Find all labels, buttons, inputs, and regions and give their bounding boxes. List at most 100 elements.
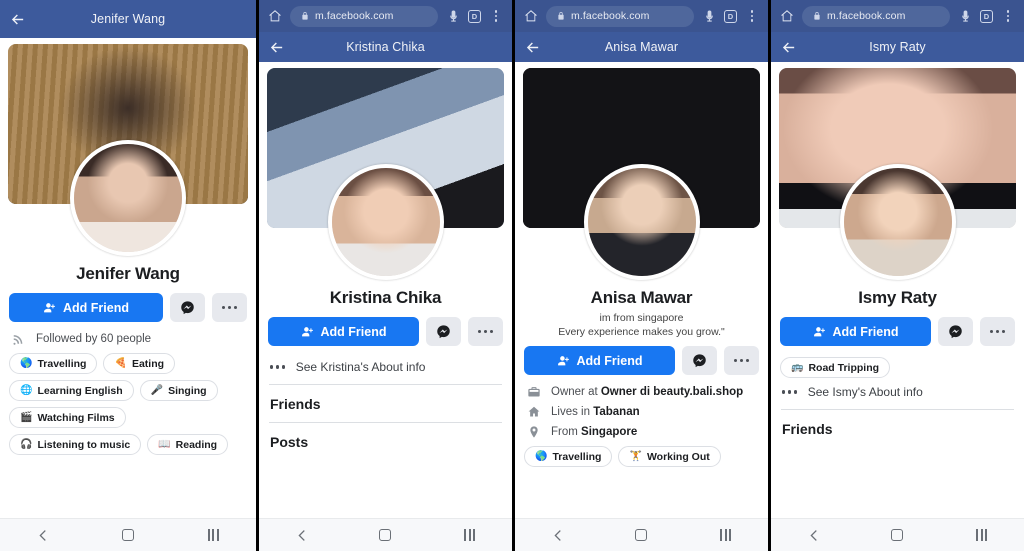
- content-fade: [259, 512, 512, 518]
- microphone-icon[interactable]: [700, 7, 718, 25]
- back-arrow-icon[interactable]: [0, 11, 34, 28]
- nav-recents-button[interactable]: [704, 522, 748, 548]
- more-options-icon: [478, 329, 493, 334]
- interest-chip[interactable]: 🌐 Learning English: [9, 380, 134, 401]
- chip-label: Learning English: [37, 384, 123, 397]
- nav-home-button[interactable]: [363, 522, 407, 548]
- messenger-button[interactable]: [170, 293, 205, 322]
- interest-chip[interactable]: 📖 Reading: [147, 434, 229, 455]
- see-about-info-row[interactable]: See Kristina's About info: [259, 353, 512, 381]
- chip-label: Travelling: [552, 450, 602, 463]
- nav-back-button[interactable]: [21, 522, 65, 548]
- address-bar[interactable]: m.facebook.com: [802, 5, 950, 27]
- rss-follow-icon: [11, 332, 26, 346]
- messenger-icon: [180, 300, 195, 315]
- panel-ismy-raty: m.facebook.com D Ismy Raty Ismy Raty Add…: [768, 0, 1024, 551]
- interest-chip[interactable]: 🎤 Singing: [139, 380, 218, 401]
- microphone-icon[interactable]: [956, 7, 974, 25]
- profile-action-row: Add Friend: [259, 317, 512, 346]
- lock-icon: [811, 7, 822, 25]
- microphone-icon[interactable]: [444, 7, 462, 25]
- interest-chip[interactable]: 🍕 Eating: [103, 353, 176, 374]
- info-row-text: Owner at Owner di beauty.bali.shop: [551, 386, 744, 399]
- android-navigation-bar: [515, 518, 768, 551]
- avatar[interactable]: [70, 140, 186, 256]
- interest-chip-list: 🌎 Travelling 🍕 Eating 🌐 Learning English…: [0, 349, 256, 455]
- add-friend-button[interactable]: Add Friend: [524, 346, 675, 376]
- messenger-button[interactable]: [426, 317, 461, 346]
- messenger-button[interactable]: [938, 317, 973, 346]
- profile-bio-line: im from singapore: [599, 312, 684, 324]
- followers-label: Followed by 60 people: [36, 333, 152, 345]
- interest-chip[interactable]: 🎬 Watching Films: [9, 407, 126, 428]
- kebab-menu-icon[interactable]: [999, 7, 1017, 25]
- person-add-icon: [43, 301, 56, 314]
- chip-label: Reading: [175, 438, 218, 451]
- cover-area: [515, 62, 768, 280]
- interest-chip[interactable]: 🌎 Travelling: [9, 353, 98, 374]
- section-heading: Friends: [782, 421, 833, 437]
- interest-chip[interactable]: 🌎 Travelling: [524, 446, 613, 468]
- interest-chip[interactable]: 🚌 Road Tripping: [780, 357, 891, 378]
- nav-home-button[interactable]: [619, 522, 663, 548]
- see-about-label: See Kristina's About info: [295, 360, 426, 374]
- add-friend-label: Add Friend: [63, 300, 129, 315]
- more-options-button[interactable]: [724, 346, 759, 376]
- nav-back-button[interactable]: [279, 522, 323, 548]
- profile-bio: im from singapore Every experience makes …: [515, 311, 768, 339]
- person-add-icon: [301, 325, 314, 338]
- nav-back-button[interactable]: [535, 522, 579, 548]
- back-arrow-icon[interactable]: [771, 39, 805, 56]
- avatar[interactable]: [583, 164, 700, 280]
- add-friend-button[interactable]: Add Friend: [9, 293, 163, 322]
- more-options-icon: [734, 359, 749, 363]
- nav-recents-button[interactable]: [191, 522, 235, 548]
- more-options-button[interactable]: [468, 317, 503, 346]
- messenger-button[interactable]: [682, 346, 717, 376]
- more-options-button[interactable]: [212, 293, 247, 322]
- tab-counter-icon[interactable]: D: [724, 9, 737, 23]
- address-bar[interactable]: m.facebook.com: [290, 5, 438, 27]
- nav-home-button[interactable]: [875, 522, 919, 548]
- panel-kristina-chika: m.facebook.com D Kristina Chika Kristina…: [256, 0, 512, 551]
- add-friend-button[interactable]: Add Friend: [268, 317, 419, 346]
- chip-emoji-icon: 🎬: [20, 411, 33, 423]
- profile-content: Jenifer Wang Add Friend Followed by 60 p…: [0, 38, 256, 518]
- kebab-menu-icon[interactable]: [487, 7, 505, 25]
- avatar[interactable]: [327, 164, 444, 280]
- profile-content: Ismy Raty Add Friend 🚌 Road Tripping See…: [771, 62, 1024, 518]
- back-arrow-icon[interactable]: [259, 39, 293, 56]
- chip-emoji-icon: 🍕: [114, 357, 127, 369]
- interest-chip[interactable]: 🏋️ Working Out: [618, 446, 721, 468]
- see-about-info-row[interactable]: See Ismy's About info: [771, 378, 1024, 406]
- more-options-icon: [222, 305, 237, 310]
- chip-label: Listening to music: [37, 438, 131, 451]
- nav-recents-button[interactable]: [960, 522, 1004, 548]
- tab-counter-icon[interactable]: D: [980, 9, 993, 23]
- home-icon[interactable]: [778, 7, 796, 25]
- facebook-title-bar: Ismy Raty: [771, 32, 1024, 62]
- browser-toolbar: m.facebook.com D: [515, 0, 768, 32]
- section-heading: Posts: [270, 434, 309, 450]
- facebook-title-bar: Jenifer Wang: [0, 0, 256, 38]
- interest-chip[interactable]: 🎧 Listening to music: [9, 434, 142, 455]
- person-add-icon: [557, 354, 570, 367]
- ellipsis-icon: [270, 365, 285, 369]
- home-icon[interactable]: [522, 7, 540, 25]
- address-bar[interactable]: m.facebook.com: [546, 5, 694, 27]
- nav-recents-button[interactable]: [448, 522, 492, 548]
- add-friend-button[interactable]: Add Friend: [780, 317, 931, 346]
- nav-back-button[interactable]: [791, 522, 835, 548]
- nav-home-button[interactable]: [106, 522, 150, 548]
- content-fade: [771, 512, 1024, 518]
- content-fade: [0, 512, 256, 518]
- home-icon[interactable]: [266, 7, 284, 25]
- back-arrow-icon[interactable]: [515, 39, 549, 56]
- facebook-title-bar: Kristina Chika: [259, 32, 512, 62]
- avatar[interactable]: [839, 164, 956, 280]
- kebab-menu-icon[interactable]: [743, 7, 761, 25]
- multi-phone-screenshot-grid: Jenifer Wang Jenifer Wang Add Friend Fol…: [0, 0, 1024, 551]
- tab-counter-icon[interactable]: D: [468, 9, 481, 23]
- more-options-button[interactable]: [980, 317, 1015, 346]
- chip-label: Working Out: [646, 450, 710, 463]
